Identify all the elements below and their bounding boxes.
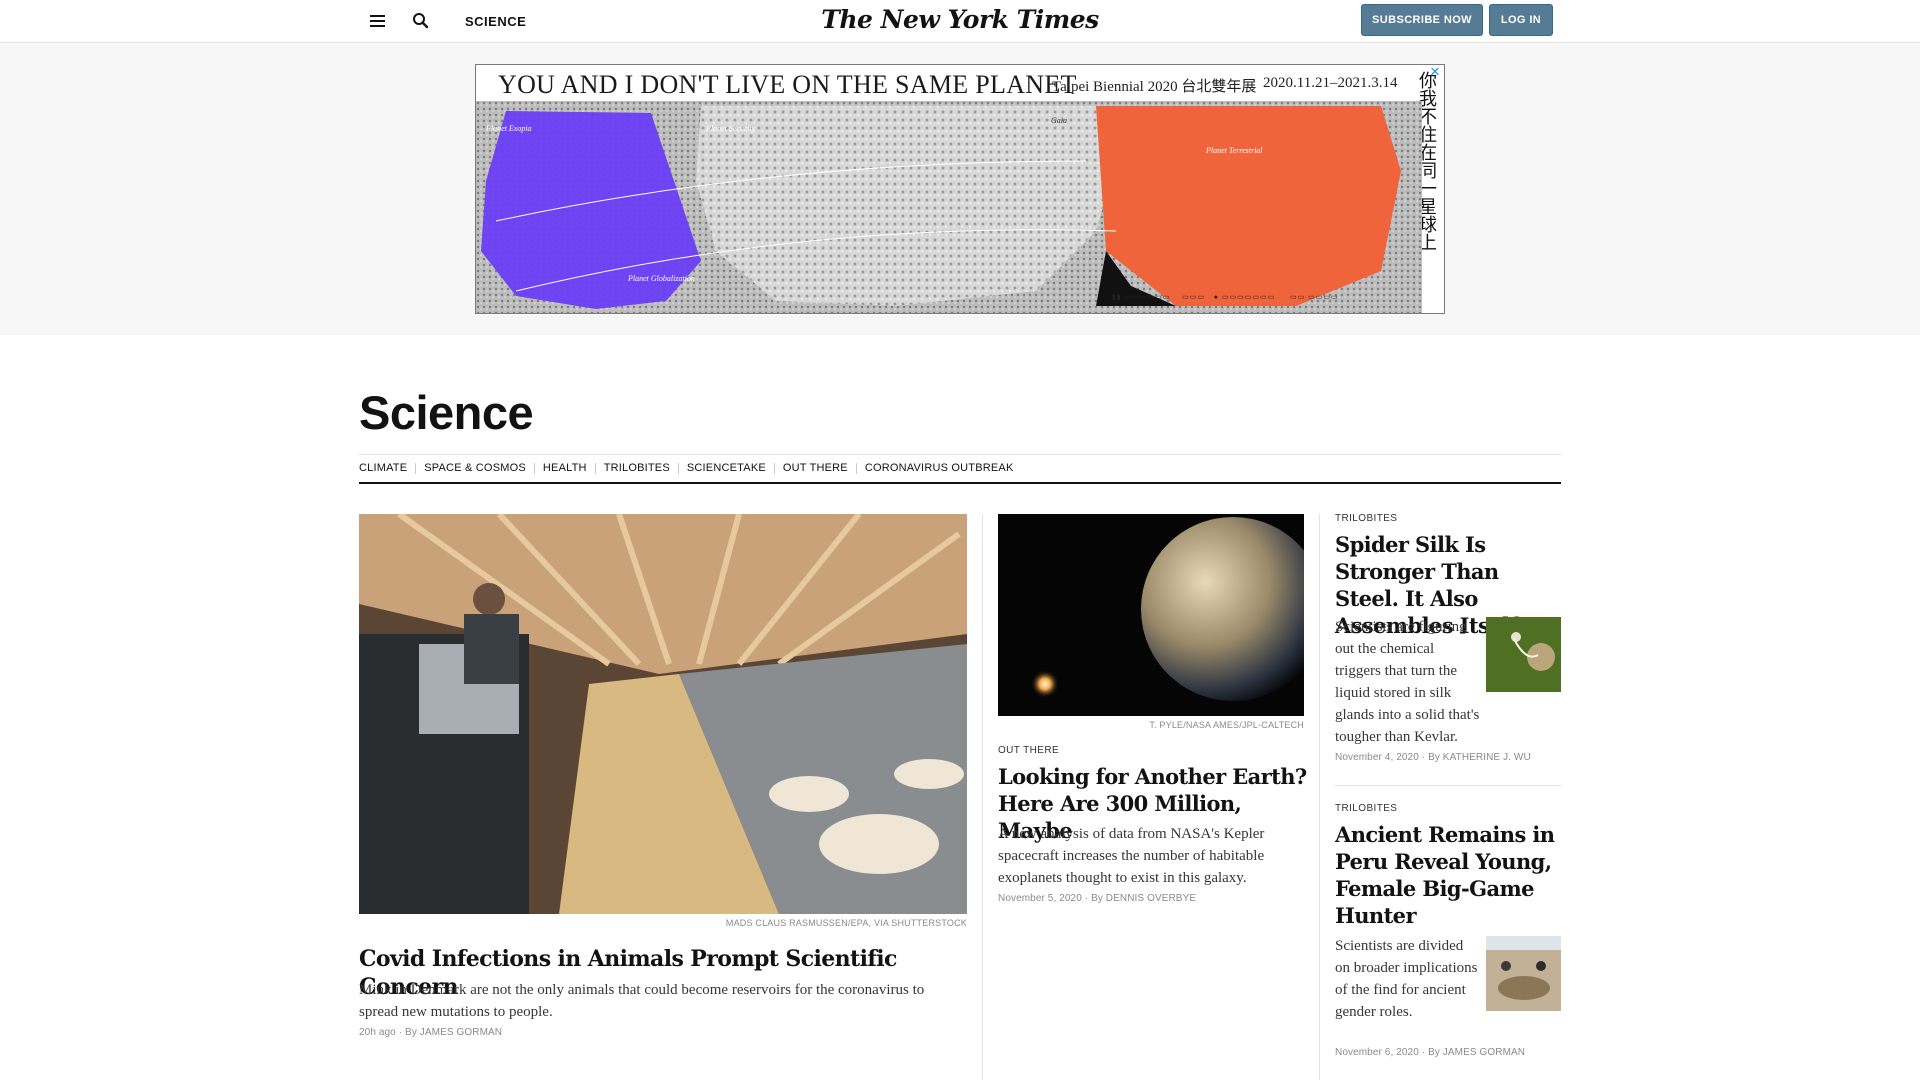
right-author: By KATHERINE J. WU	[1428, 752, 1531, 763]
ad-title: YOU AND I DON'T LIVE ON THE SAME PLANET	[498, 70, 1077, 99]
peru-remains-thumbnail[interactable]	[1486, 936, 1561, 1011]
search-icon[interactable]	[410, 10, 432, 32]
subnav-trilobites[interactable]: TRILOBITES	[596, 463, 679, 474]
ad-map-label: Gaia	[1051, 116, 1067, 125]
ad-dates: 2020.11.21–2021.3.14	[1263, 75, 1398, 91]
lead-author: By JAMES GORMAN	[405, 1027, 503, 1038]
spider-silk-thumbnail[interactable]	[1486, 617, 1561, 692]
right-byline: November 6, 2020 · By JAMES GORMAN	[1335, 1047, 1526, 1058]
ad-planet-map: Planet Exopia Planet Security Gaia Plane…	[476, 101, 1422, 313]
column-divider	[982, 514, 983, 1080]
middle-story-image[interactable]	[998, 514, 1304, 716]
subnav-health[interactable]: HEALTH	[535, 463, 596, 474]
lead-time: 20h ago	[359, 1027, 396, 1038]
lead-byline: 20h ago · By JAMES GORMAN	[359, 1027, 503, 1038]
right-kicker[interactable]: TRILOBITES	[1335, 513, 1397, 524]
story-divider	[1335, 785, 1561, 786]
middle-author: By DENNIS OVERBYE	[1091, 893, 1197, 904]
menu-icon[interactable]	[367, 12, 387, 30]
ad-map-label: Planet Globalization	[627, 274, 695, 283]
subnav-space-cosmos[interactable]: SPACE & COSMOS	[416, 463, 535, 474]
subnav-climate[interactable]: CLIMATE	[359, 463, 417, 474]
ad-map-label: Planet Terrestrial	[1205, 146, 1263, 155]
subnav-coronavirus-outbreak[interactable]: CORONAVIRUS OUTBREAK	[857, 463, 1022, 474]
image-credit: T. PYLE/NASA AMES/JPL-CALTECH	[1149, 720, 1304, 730]
right-summary: Scientists are divided on broader implic…	[1335, 938, 1478, 1020]
ad-map-label: Planet Exopia	[485, 124, 532, 133]
middle-date: November 5, 2020	[998, 893, 1082, 904]
lead-story-image[interactable]	[359, 514, 967, 914]
section-label[interactable]: SCIENCE	[465, 14, 526, 29]
right-summary: Scientists are figuring out the chemical…	[1335, 619, 1480, 745]
ad-map-label: Planet Security	[705, 124, 756, 133]
right-headline[interactable]: Ancient Remains in Peru Reveal Young, Fe…	[1335, 821, 1565, 929]
section-subnav: CLIMATE SPACE & COSMOS HEALTH TRILOBITES…	[359, 454, 1561, 484]
right-byline: November 4, 2020 · By KATHERINE J. WU	[1335, 752, 1531, 763]
middle-summary: A new analysis of data from NASA's Keple…	[998, 826, 1265, 886]
right-date: November 4, 2020	[1335, 752, 1419, 763]
right-date: November 6, 2020	[1335, 1047, 1419, 1058]
ad-sponsor-logos: ▮▮ ▭▭▭▭▭▭ ▭▭▭ ● ▭▭▭▭▭▭▭ ▭▭ ▭▭▭▭	[1112, 294, 1339, 301]
advertisement[interactable]: YOU AND I DON'T LIVE ON THE SAME PLANET …	[475, 64, 1445, 314]
subnav-sciencetake[interactable]: SCIENCETAKE	[679, 463, 775, 474]
image-credit: MADS CLAUS RASMUSSEN/EPA, VIA SHUTTERSTO…	[725, 918, 967, 928]
lead-summary: Mink in Denmark are not the only animals…	[359, 982, 925, 1020]
page-title: Science	[359, 386, 534, 439]
right-author: By JAMES GORMAN	[1428, 1047, 1526, 1058]
login-button[interactable]: LOG IN	[1489, 4, 1553, 36]
masthead: SCIENCE The New York Times SUBSCRIBE NOW…	[0, 0, 1920, 43]
right-kicker[interactable]: TRILOBITES	[1335, 803, 1397, 814]
column-divider	[1319, 514, 1320, 1080]
subscribe-button[interactable]: SUBSCRIBE NOW	[1361, 4, 1483, 36]
nyt-logo[interactable]: The New York Times	[810, 5, 1110, 34]
ad-biennial: Taipei Biennial 2020 台北雙年展	[1052, 79, 1257, 95]
subnav-out-there[interactable]: OUT THERE	[775, 463, 857, 474]
middle-byline: November 5, 2020 · By DENNIS OVERBYE	[998, 893, 1197, 904]
ad-close-icon[interactable]: ✕	[1428, 65, 1442, 79]
middle-kicker[interactable]: OUT THERE	[998, 745, 1059, 756]
